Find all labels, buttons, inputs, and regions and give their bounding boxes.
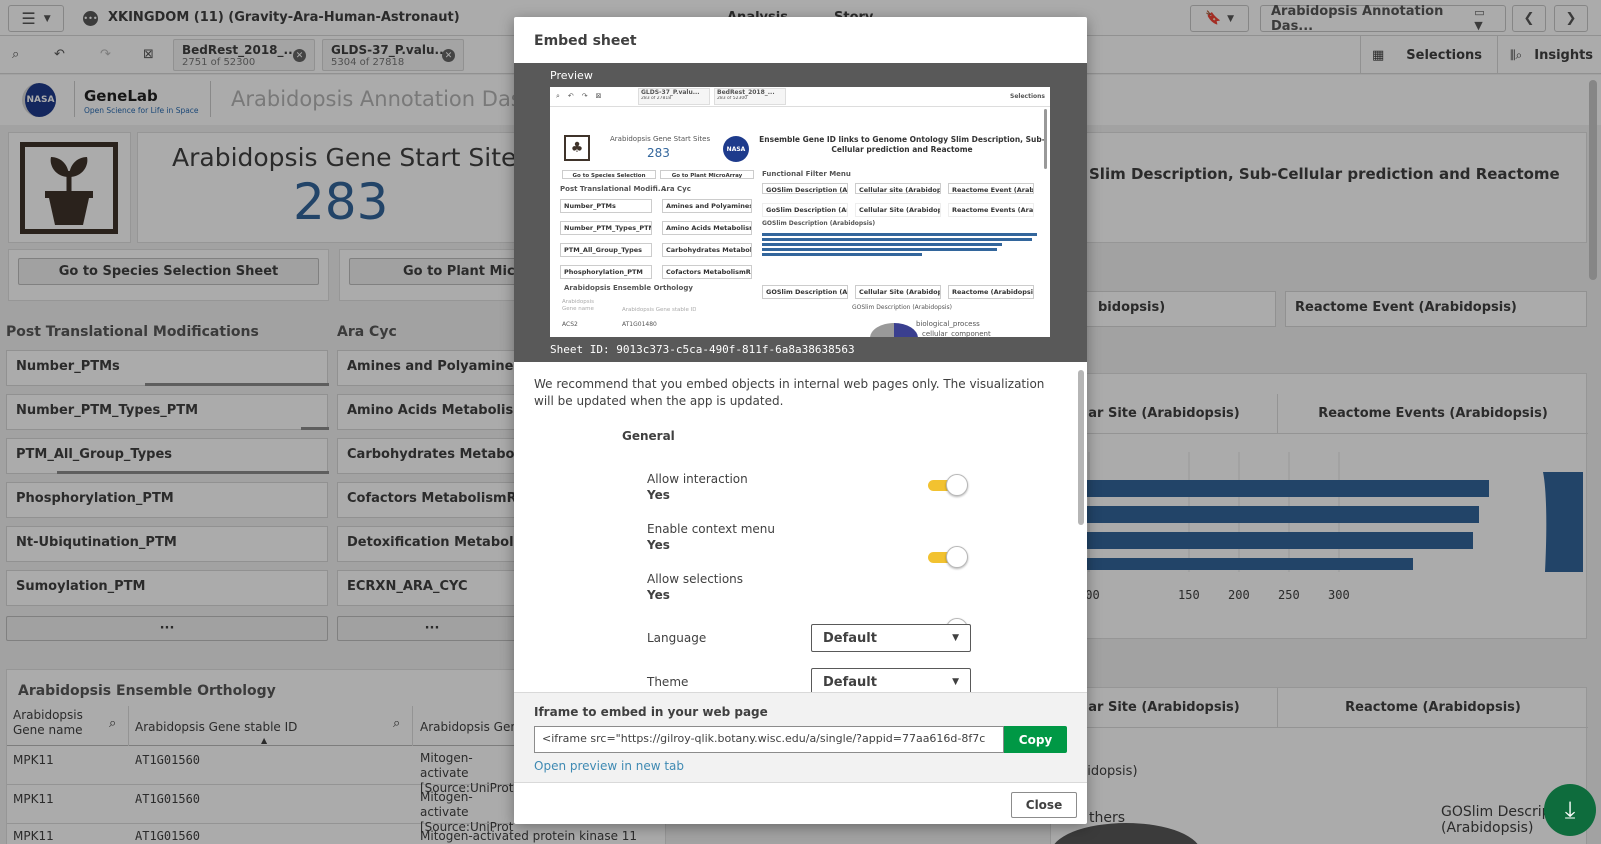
preview-row-id: AT1G01480 — [622, 321, 657, 328]
preview-ptm-item: Number_PTM_Types_PTM — [560, 221, 652, 235]
preview-filter: Cellular site (Arabidopsis) — [855, 183, 941, 194]
preview-ptm-item: Phosphorylation_PTM — [560, 265, 652, 279]
preview-legend-2: cellular_component — [922, 330, 991, 337]
preview-btn-species: Go to Species Selection — [562, 170, 656, 179]
theme-select[interactable]: Default ▼ — [811, 668, 971, 692]
preview-bar — [762, 238, 1032, 241]
context-menu-toggle[interactable] — [928, 546, 968, 568]
preview-filter: Reactome Event (Arabi... — [948, 183, 1034, 194]
preview-btn-microarray: Go to Plant MicroArray — [660, 170, 754, 179]
preview-pie — [870, 323, 918, 337]
preview-aracyc-item: Amino Acids Metabolism... — [662, 221, 752, 235]
download-button[interactable]: ⤓ — [1544, 784, 1596, 836]
preview-col1: Arabidopsis Gene name — [562, 299, 595, 312]
setting-label: Allow interaction — [647, 472, 748, 486]
iframe-code-value: <iframe src="https://gilroy-qlik.botany.… — [542, 732, 986, 745]
preview-aracyc-item: Carbohydrates Metabolis... — [662, 243, 752, 257]
general-label: General — [622, 429, 675, 443]
preview-aracyc-item: Cofactors MetabolismRX... — [662, 265, 752, 279]
preview-bar-chart — [762, 233, 1037, 256]
setting-label: Enable context menu — [647, 522, 776, 536]
preview-filter: Cellular Site (Arabidopsis) — [855, 203, 941, 217]
setting-label: Allow selections — [647, 572, 744, 586]
preview-filter: GoSlim Description (Arabi... — [762, 203, 848, 217]
preview-pill-name: GLDS-37_P.valu... — [641, 89, 700, 96]
preview-filter: GOSlim Description (Ara... — [762, 285, 848, 299]
preview-row-name: ACS2 — [562, 321, 578, 328]
allow-interaction-toggle[interactable] — [928, 474, 968, 496]
sheet-id: Sheet ID: 9013c373-c5ca-490f-811f-6a8a38… — [550, 343, 855, 356]
preview-ffm: Functional Filter Menu — [762, 170, 851, 178]
language-value: Default — [823, 630, 877, 646]
preview-pill-name: BedRest_2018_... — [717, 89, 775, 96]
preview-ptm-item: PTM_All_Group_Types — [560, 243, 652, 257]
setting-allow-interaction: Allow interaction Yes — [647, 472, 748, 502]
preview-filter: Reactome Events (Arabi... — [948, 203, 1034, 217]
iframe-label: Iframe to embed in your web page — [534, 705, 768, 719]
preview-filter: GOSlim Description (Ar... — [762, 183, 848, 194]
preview-section: Preview ⌕↶↷⊠ GLDS-37_P.valu... 283 of 27… — [514, 63, 1087, 362]
theme-value: Default — [823, 674, 877, 690]
download-icon: ⤓ — [1564, 796, 1576, 824]
setting-value: Yes — [647, 488, 670, 502]
preview-scrollbar — [1044, 109, 1047, 169]
preview-pill: GLDS-37_P.valu... 283 of 27818 — [638, 88, 710, 105]
preview-ptm-title: Post Translational Modifi... — [560, 185, 666, 193]
theme-label: Theme — [647, 675, 689, 689]
settings-area: We recommend that you embed objects in i… — [514, 362, 1087, 692]
preview-pill-count: 283 of 52300 — [717, 96, 748, 101]
preview-frame: ⌕↶↷⊠ GLDS-37_P.valu... 283 of 27818 BedR… — [550, 87, 1050, 337]
preview-bar — [762, 248, 997, 251]
setting-context-menu: Enable context menu Yes — [647, 522, 775, 552]
preview-col2: Arabidopsis Gene stable ID — [622, 307, 697, 313]
preview-plant-icon: ♣ — [564, 135, 590, 161]
preview-ptm-item: Number_PTMs — [560, 199, 652, 213]
caret-down-icon: ▼ — [952, 677, 959, 687]
iframe-code-field[interactable]: <iframe src="https://gilroy-qlik.botany.… — [534, 726, 1004, 753]
preview-tool-icons: ⌕↶↷⊠ — [556, 92, 610, 100]
preview-toolbar: ⌕↶↷⊠ GLDS-37_P.valu... 283 of 27818 BedR… — [550, 87, 1050, 107]
embed-sheet-dialog: Embed sheet Preview ⌕↶↷⊠ GLDS-37_P.valu.… — [514, 17, 1087, 824]
copy-button[interactable]: Copy — [1004, 726, 1067, 753]
preview-bar — [762, 253, 922, 256]
open-preview-link[interactable]: Open preview in new tab — [534, 759, 684, 773]
language-label: Language — [647, 631, 707, 645]
close-button[interactable]: Close — [1011, 792, 1077, 818]
preview-chart-title: GOSlim Description (Arabidopsis) — [762, 220, 876, 227]
preview-filter: Reactome (Arabidopsis) — [948, 285, 1034, 299]
preview-kpi-value: 283 — [647, 146, 670, 160]
preview-heading: Ensemble Gene ID links to Genome Ontolog… — [759, 135, 1045, 154]
preview-selections: Selections — [1010, 93, 1045, 100]
language-select[interactable]: Default ▼ — [811, 624, 971, 652]
setting-value: Yes — [647, 588, 670, 602]
preview-filter: Cellular Site (Arabidopsis) — [855, 285, 941, 299]
preview-label: Preview — [550, 69, 593, 82]
setting-allow-selections: Allow selections Yes — [647, 572, 743, 602]
preview-chart2-title: GOSlim Description (Arabidopsis) — [852, 304, 952, 311]
preview-ortho-title: Arabidopsis Ensemble Orthology — [564, 284, 693, 292]
settings-scrollbar[interactable] — [1078, 370, 1084, 525]
preview-pill: BedRest_2018_... 283 of 52300 — [714, 88, 786, 105]
preview-nasa-logo: NASA — [723, 136, 749, 162]
preview-pill-count: 283 of 27818 — [641, 96, 672, 101]
preview-aracyc-item: Amines and Polyamines M... — [662, 199, 752, 213]
caret-down-icon: ▼ — [952, 633, 959, 643]
preview-bar — [762, 233, 1037, 236]
preview-bar — [762, 243, 1002, 246]
recommend-text: We recommend that you embed objects in i… — [534, 377, 1045, 408]
iframe-section: Iframe to embed in your web page <iframe… — [514, 692, 1087, 783]
preview-nasa-text: NASA — [726, 145, 746, 153]
dialog-title: Embed sheet — [534, 33, 637, 49]
preview-legend-1: biological_process — [916, 320, 980, 328]
preview-aracyc-title: Ara Cyc — [661, 185, 691, 193]
preview-kpi-title: Arabidopsis Gene Start Sites — [610, 135, 711, 143]
setting-value: Yes — [647, 538, 670, 552]
